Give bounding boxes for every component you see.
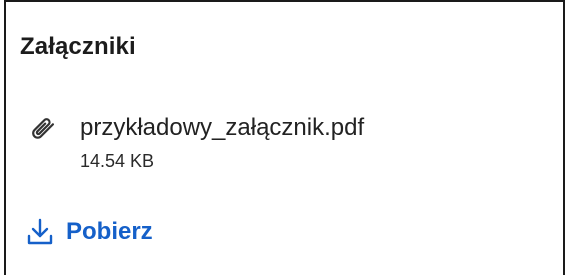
download-link[interactable]: Pobierz	[24, 216, 153, 248]
attachments-panel: Załączniki przykładowy_załącznik.pdf 14.…	[4, 0, 565, 275]
download-icon	[24, 216, 56, 248]
paperclip-icon	[28, 115, 58, 145]
download-label: Pobierz	[66, 218, 153, 245]
attachment-file-size: 14.54 KB	[80, 151, 155, 171]
attachment-meta: przykładowy_załącznik.pdf 14.54 KB	[80, 110, 364, 172]
attachment-item: przykładowy_załącznik.pdf 14.54 KB	[28, 110, 364, 172]
attachment-file-name: przykładowy_załącznik.pdf	[80, 114, 365, 141]
attachments-title: Załączniki	[20, 33, 136, 60]
